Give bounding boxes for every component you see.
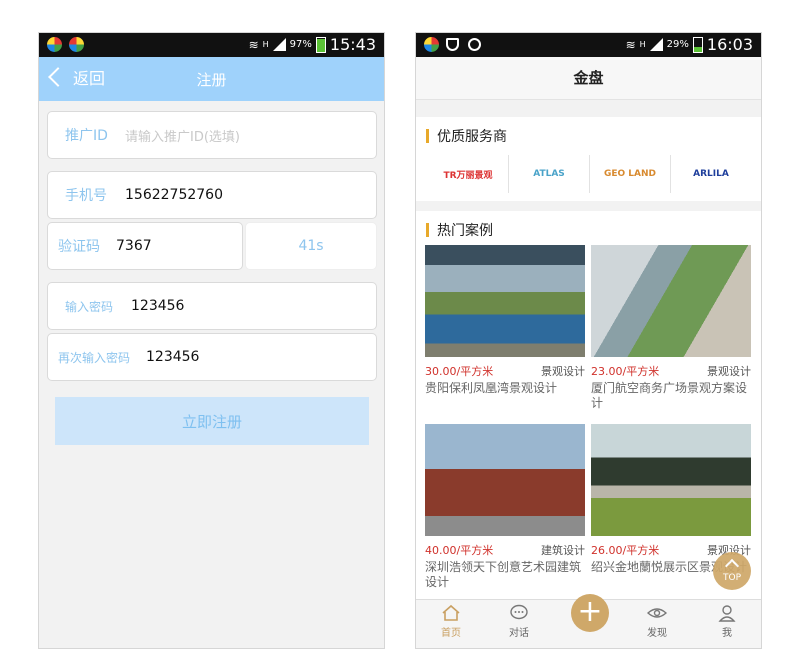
tab-label: 对话	[509, 628, 529, 639]
register-screen: ≋ H 97% 15:43 返回 注册 推广ID 请输入推广ID(选填) 手机号…	[38, 32, 385, 649]
eye-icon	[647, 608, 667, 618]
chat-bubble-icon	[510, 604, 528, 620]
case-price: 30.00/平方米	[425, 365, 494, 378]
nav-header: 返回 注册	[39, 57, 384, 101]
chevron-up-icon	[724, 558, 740, 574]
app-notification-icon	[424, 37, 439, 52]
home-icon	[442, 604, 460, 621]
provider-logo-text: TR万丽景观	[443, 170, 493, 181]
battery-charging-icon	[692, 36, 703, 53]
register-button[interactable]: 立即注册	[55, 397, 369, 445]
cases-heading: 热门案例	[426, 220, 493, 240]
provider-logo-text: ARLILA	[693, 169, 729, 179]
password-field[interactable]: 输入密码 123456	[47, 282, 377, 330]
tab-label: 发现	[647, 628, 667, 639]
provider-logo[interactable]: ARLILA	[671, 155, 751, 193]
case-photo	[425, 245, 585, 357]
case-price: 26.00/平方米	[591, 544, 660, 557]
resend-code-button[interactable]: 41s	[245, 222, 377, 270]
back-to-top-button[interactable]: TOP	[713, 552, 751, 590]
case-title: 贵阳保利凤凰湾景观设计	[425, 381, 558, 395]
code-label: 验证码	[58, 239, 100, 255]
case-photo	[591, 245, 751, 357]
promo-id-placeholder: 请输入推广ID(选填)	[125, 129, 240, 145]
tab-chat[interactable]: 对话	[494, 604, 544, 639]
case-photo	[591, 424, 751, 536]
case-title: 深圳浩领天下创意艺术园建筑设计	[425, 560, 582, 589]
case-title: 厦门航空商务广场景观方案设计	[591, 381, 748, 410]
accent-bar	[426, 223, 429, 237]
code-input[interactable]: 7367	[116, 238, 152, 254]
providers-heading: 优质服务商	[426, 126, 507, 146]
providers-section: 优质服务商 TR万丽景观 ATLAS GEO LAND ARLILA	[416, 117, 761, 201]
countdown-label: 41s	[298, 238, 324, 254]
case-card[interactable]: 40.00/平方米 建筑设计 深圳浩领天下创意艺术园建筑设计	[425, 424, 585, 589]
app-notification-icon	[69, 37, 84, 52]
status-bar: ≋ H 29% 16:03	[416, 33, 761, 57]
battery-percent: 29%	[666, 39, 689, 50]
case-type: 景观设计	[707, 365, 751, 378]
add-button[interactable]: +	[571, 594, 609, 632]
network-type: H	[639, 40, 646, 49]
confirm-password-input[interactable]: 123456	[146, 349, 199, 365]
password-input[interactable]: 123456	[131, 298, 184, 314]
case-price: 40.00/平方米	[425, 544, 494, 557]
confirm-password-field[interactable]: 再次输入密码 123456	[47, 333, 377, 381]
case-card[interactable]: 26.00/平方米 景观设计 绍兴金地蘭悦展示区景观设计	[591, 424, 751, 574]
nav-header: 金盘	[416, 57, 761, 100]
cases-title: 热门案例	[437, 223, 493, 239]
status-bar: ≋ H 97% 15:43	[39, 33, 384, 57]
shield-icon	[446, 38, 459, 51]
battery-icon	[315, 36, 326, 53]
case-type: 景观设计	[541, 365, 585, 378]
phone-field[interactable]: 手机号 15622752760	[47, 171, 377, 219]
tab-home[interactable]: 首页	[426, 604, 476, 639]
clock: 15:43	[329, 35, 376, 54]
accent-bar	[426, 129, 429, 143]
tab-label: 我	[722, 628, 732, 639]
cases-section: 热门案例 30.00/平方米 景观设计 贵阳保利凤凰湾景观设计 23.00/平方…	[416, 211, 761, 603]
page-title: 注册	[196, 71, 227, 89]
top-label: TOP	[722, 573, 741, 583]
confirm-password-label: 再次输入密码	[58, 350, 131, 365]
phone-label: 手机号	[65, 188, 107, 204]
page-title: 金盘	[573, 69, 604, 87]
signal-icon	[272, 38, 286, 51]
providers-title: 优质服务商	[437, 129, 507, 145]
promo-id-field[interactable]: 推广ID 请输入推广ID(选填)	[47, 111, 377, 159]
user-icon	[718, 605, 736, 622]
phone-input[interactable]: 15622752760	[125, 187, 223, 203]
wifi-icon: ≋	[625, 37, 636, 52]
provider-logo-text: ATLAS	[533, 169, 565, 179]
provider-logo[interactable]: GEO LAND	[590, 155, 670, 193]
code-field[interactable]: 验证码 7367	[47, 222, 243, 270]
bottom-tab-bar: 首页 对话 + 发现 我	[416, 594, 761, 648]
promo-id-label: 推广ID	[65, 128, 108, 144]
plus-icon: +	[577, 594, 603, 629]
network-type: H	[262, 40, 269, 49]
wifi-icon: ≋	[248, 37, 259, 52]
clock: 16:03	[706, 35, 753, 54]
case-photo	[425, 424, 585, 536]
provider-logo[interactable]: ATLAS	[509, 155, 589, 193]
battery-percent: 97%	[289, 39, 312, 50]
tab-discover[interactable]: 发现	[632, 604, 682, 639]
home-screen: ≋ H 29% 16:03 金盘 优质服务商 TR万丽景观 ATLAS GEO …	[415, 32, 762, 649]
case-card[interactable]: 23.00/平方米 景观设计 厦门航空商务广场景观方案设计	[591, 245, 751, 410]
provider-logo-text: GEO LAND	[603, 169, 657, 179]
case-card[interactable]: 30.00/平方米 景观设计 贵阳保利凤凰湾景观设计	[425, 245, 585, 395]
provider-logo[interactable]: TR万丽景观	[428, 155, 508, 193]
signal-icon	[649, 38, 663, 51]
settings-icon	[468, 38, 481, 51]
tab-me[interactable]: 我	[702, 604, 752, 639]
case-type: 建筑设计	[541, 544, 585, 557]
case-price: 23.00/平方米	[591, 365, 660, 378]
password-label: 输入密码	[65, 299, 114, 314]
app-notification-icon	[47, 37, 62, 52]
tab-label: 首页	[441, 628, 461, 639]
